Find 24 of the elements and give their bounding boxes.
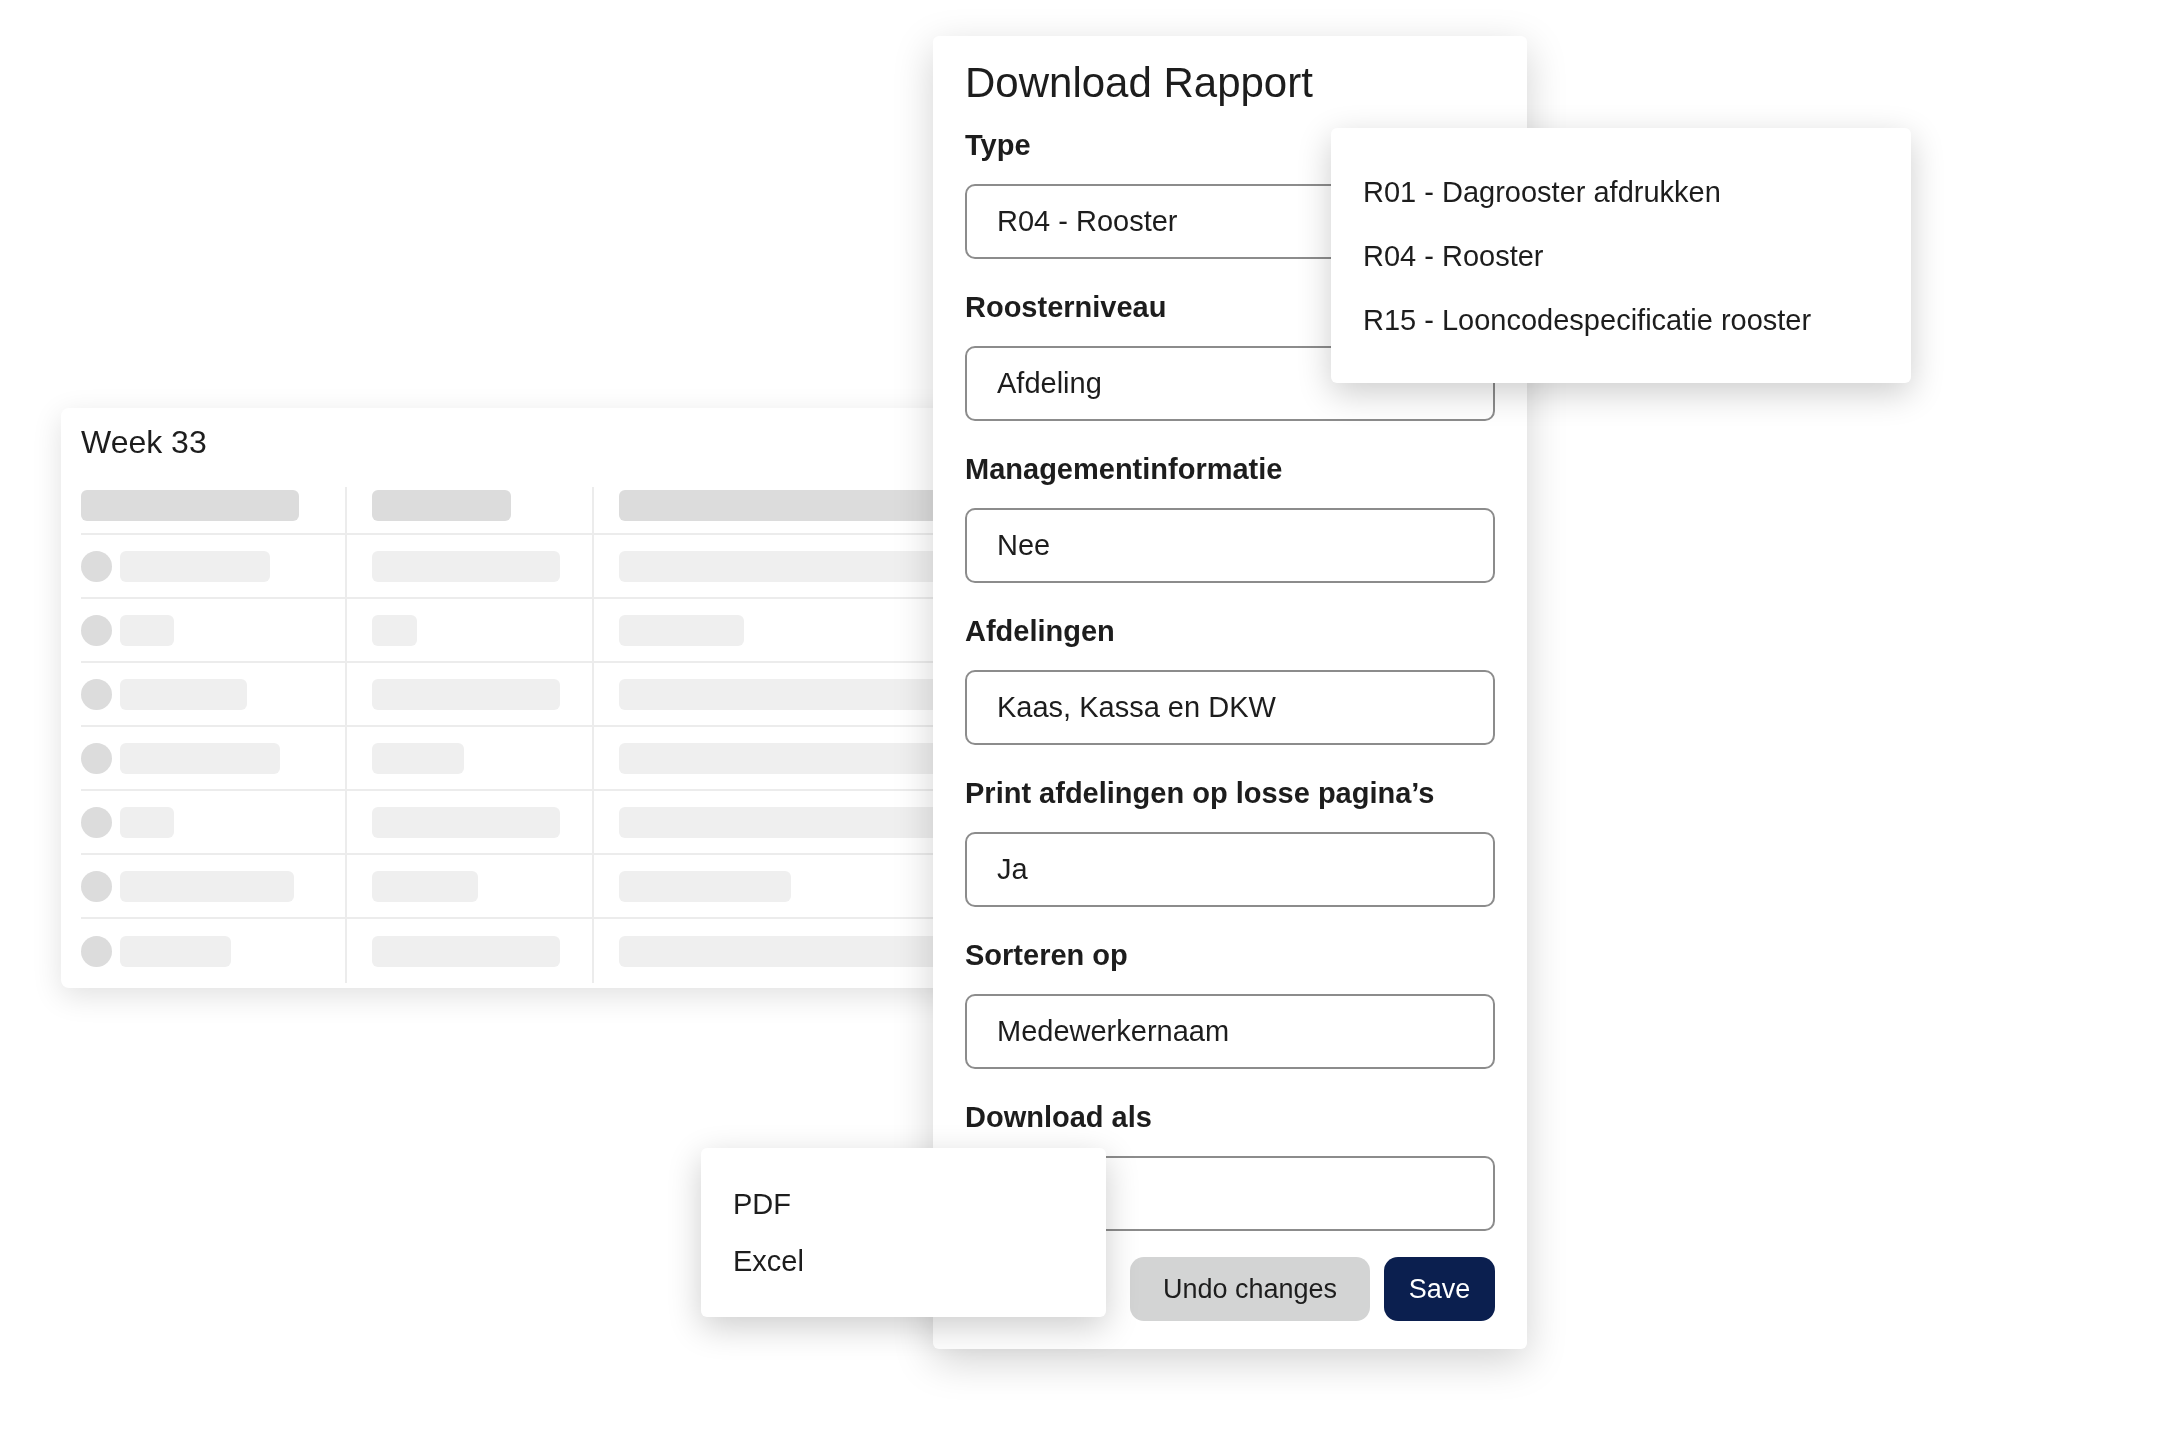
avatar-placeholder: [81, 935, 112, 967]
field-label: Managementinformatie: [965, 452, 1283, 487]
avatar-placeholder: [81, 806, 112, 838]
field-label: Print afdelingen op losse pagina’s: [965, 776, 1435, 811]
avatar-placeholder: [81, 870, 112, 902]
field-label: Download als: [965, 1100, 1152, 1135]
avatar-placeholder: [81, 678, 112, 710]
undo-button[interactable]: Undo changes: [1130, 1257, 1370, 1321]
save-button[interactable]: Save: [1384, 1257, 1495, 1321]
avatar-placeholder: [81, 550, 112, 582]
field-label: Sorteren op: [965, 938, 1128, 973]
field-label: Type: [965, 128, 1031, 163]
avatar-placeholder: [81, 742, 112, 774]
dialog-title: Download Rapport: [965, 58, 1314, 108]
select-field[interactable]: Kaas, Kassa en DKW: [965, 670, 1495, 745]
menu-option[interactable]: Excel: [701, 1233, 1106, 1290]
select-field[interactable]: Nee: [965, 508, 1495, 583]
field-label: Afdelingen: [965, 614, 1115, 649]
select-field[interactable]: Medewerkernaam: [965, 994, 1495, 1069]
menu-option[interactable]: PDF: [701, 1176, 1106, 1233]
field-label: Roosterniveau: [965, 290, 1167, 325]
select-field[interactable]: Ja: [965, 832, 1495, 907]
week-title: Week 33: [81, 423, 208, 459]
avatar-placeholder: [81, 614, 112, 646]
